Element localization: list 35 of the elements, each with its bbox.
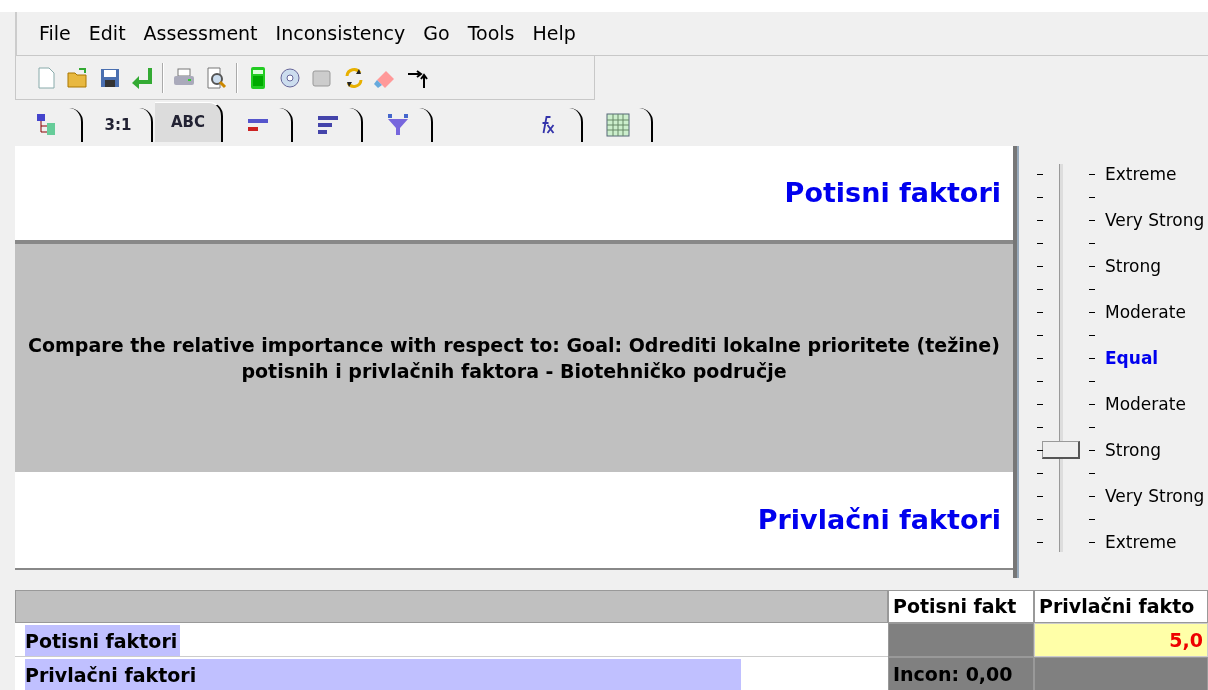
scale-label: Very Strong <box>1105 210 1205 230</box>
column-header: Privlačni fakto <box>1034 590 1208 623</box>
scale-label: Extreme <box>1105 532 1177 552</box>
question-text: Compare the relative importance with respect to: Goal: Odrediti lokalne prioritete (težine) potisnih i privlačnih faktora - Biotehničko područje <box>27 333 1001 384</box>
row-label: Privlačni faktori <box>25 663 197 688</box>
menu-item[interactable]: Go <box>423 19 450 48</box>
slider-thumb[interactable] <box>1042 441 1080 459</box>
bar-chart-icon <box>316 113 340 137</box>
scale-label: Extreme <box>1105 164 1177 184</box>
menu-item[interactable]: Assessment <box>143 19 258 48</box>
inconsistency-cell: Incon: 0,00 <box>888 657 1034 690</box>
scale-label: Moderate <box>1105 302 1186 322</box>
scale-label: Strong <box>1105 256 1162 276</box>
menu-item[interactable]: Tools <box>467 19 515 48</box>
table-icon <box>606 113 630 137</box>
scale-label: Strong <box>1105 440 1162 460</box>
value-cell[interactable]: 5,0 <box>1034 623 1208 657</box>
scale-label: Equal <box>1105 348 1159 368</box>
criterion-title: Potisni faktori <box>784 175 1001 210</box>
magnifier-icon[interactable] <box>204 65 228 90</box>
tab[interactable]: ABC <box>155 102 223 142</box>
row-label: Potisni faktori <box>25 629 178 654</box>
enter-arrow-icon[interactable] <box>130 65 154 90</box>
funnel-icon <box>386 113 410 137</box>
function-icon <box>541 116 555 134</box>
menu-item[interactable]: File <box>39 19 71 48</box>
criterion-title: Privlačni faktori <box>757 502 1001 537</box>
column-header: Potisni fakt <box>888 590 1034 623</box>
slider-track[interactable] <box>1042 164 1080 552</box>
folder-icon[interactable] <box>66 65 90 90</box>
scale-label: Very Strong <box>1105 486 1205 506</box>
menu-item[interactable]: Inconsistency <box>275 19 406 48</box>
menu-item[interactable]: Help <box>532 19 576 48</box>
scale-label: Moderate <box>1105 394 1186 414</box>
menu-item[interactable]: Edit <box>88 19 126 48</box>
